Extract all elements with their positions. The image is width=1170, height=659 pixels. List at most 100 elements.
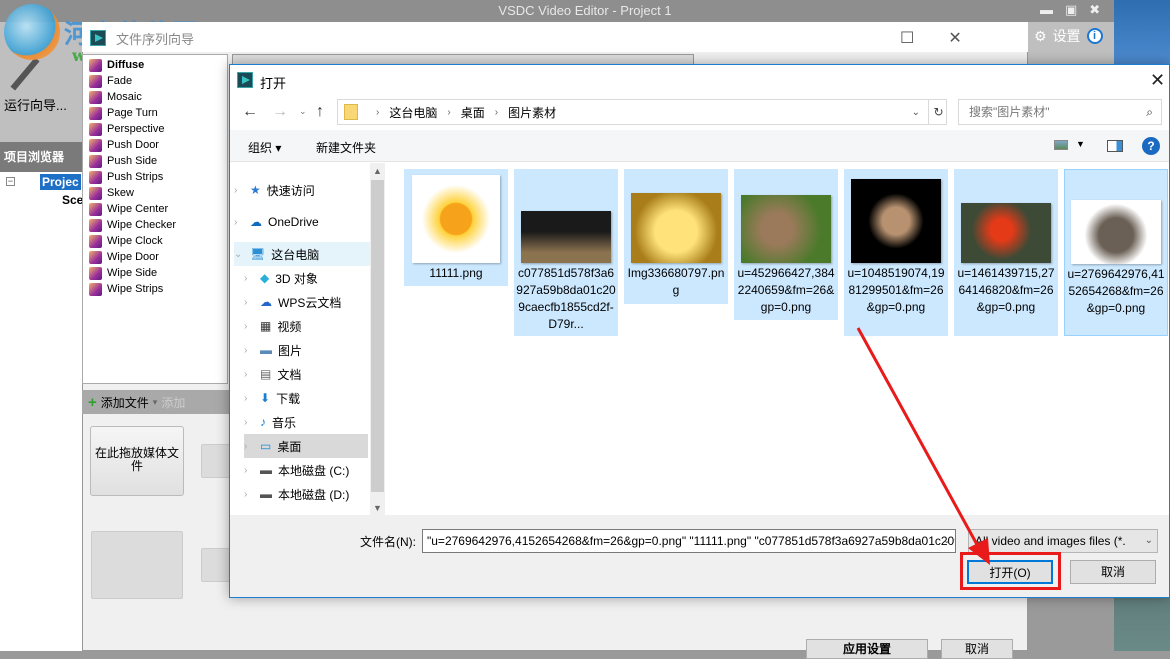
- nav-scrollbar-thumb[interactable]: [371, 180, 384, 492]
- file-tile[interactable]: u=452966427,3842240659&fm=26&gp=0.png: [734, 169, 838, 320]
- maximize-button[interactable]: ▣: [1065, 2, 1077, 18]
- effect-item[interactable]: Wipe Door: [89, 249, 159, 265]
- file-tile[interactable]: u=1461439715,2764146820&fm=26&gp=0.png: [954, 169, 1058, 336]
- chevron-right-icon[interactable]: ›: [244, 297, 254, 308]
- nav-item[interactable]: › ▭ 桌面: [244, 434, 368, 458]
- nav-item[interactable]: › ☁ WPS云文档: [244, 290, 382, 314]
- nav-item[interactable]: ⌄ 🖥 这台电脑: [234, 242, 370, 266]
- effect-item[interactable]: Wipe Strips: [89, 281, 163, 297]
- new-folder-button[interactable]: 新建文件夹: [316, 139, 376, 156]
- nav-item[interactable]: › ▬ 本地磁盘 (D:): [244, 482, 382, 506]
- wizard-maximize-button[interactable]: ☐: [900, 28, 914, 48]
- nav-item-label: 视频: [277, 319, 302, 334]
- chevron-right-icon[interactable]: ›: [234, 185, 244, 196]
- effect-item[interactable]: Mosaic: [89, 89, 142, 105]
- effect-item[interactable]: Push Side: [89, 153, 157, 169]
- nav-item[interactable]: › ☁ OneDrive: [234, 210, 372, 234]
- chevron-down-icon: ⌄: [1144, 535, 1153, 546]
- sun-thumbnail: [412, 175, 500, 263]
- chevron-right-icon[interactable]: ›: [244, 273, 254, 284]
- download-icon: ⬇: [260, 391, 271, 405]
- file-tile[interactable]: Img336680797.png: [624, 169, 728, 304]
- run-wizard-button[interactable]: 运行向导...: [4, 95, 67, 114]
- nav-item[interactable]: › ▬ 本地磁盘 (C:): [244, 458, 382, 482]
- chevron-down-icon[interactable]: ⌄: [234, 249, 244, 260]
- scroll-down-icon[interactable]: ▼: [373, 503, 382, 513]
- add-file-button[interactable]: 添加文件: [101, 394, 149, 411]
- breadcrumb-item[interactable]: 图片素材: [508, 104, 556, 121]
- view-dropdown-icon[interactable]: ▼: [1076, 139, 1085, 149]
- media-slot[interactable]: [201, 444, 231, 478]
- effect-item[interactable]: Perspective: [89, 121, 164, 137]
- nav-item[interactable]: › ▦ 视频: [244, 314, 382, 338]
- effect-label: Perspective: [107, 123, 165, 135]
- chevron-right-icon[interactable]: ›: [244, 321, 254, 332]
- add-button-2[interactable]: 添加: [161, 394, 185, 411]
- chevron-right-icon[interactable]: ›: [244, 489, 254, 500]
- help-icon[interactable]: ?: [1142, 137, 1160, 155]
- tree-collapse-icon[interactable]: −: [6, 177, 15, 186]
- search-input[interactable]: 搜索"图片素材" ⌕: [958, 99, 1162, 125]
- effect-label: Mosaic: [107, 91, 142, 103]
- nav-item[interactable]: › ⬇ 下载: [244, 386, 382, 410]
- file-tile[interactable]: 11111.png: [404, 169, 508, 286]
- video-icon: ▦: [260, 319, 272, 333]
- file-tile[interactable]: u=1048519074,1981299501&fm=26&gp=0.png: [844, 169, 948, 336]
- effect-item[interactable]: Diffuse: [89, 57, 144, 73]
- forward-arrow-icon[interactable]: →: [272, 103, 288, 121]
- nav-item[interactable]: › ♪ 音乐: [244, 410, 382, 434]
- media-slot[interactable]: [91, 531, 183, 599]
- settings-area[interactable]: ⚙ 设置 i: [1034, 26, 1103, 46]
- refresh-icon[interactable]: ↻: [928, 99, 948, 125]
- scroll-up-icon[interactable]: ▲: [373, 166, 382, 176]
- nav-item-label: OneDrive: [268, 215, 319, 229]
- tree-item-scene[interactable]: Sce: [62, 193, 83, 207]
- file-tile[interactable]: u=2769642976,4152654268&fm=26&gp=0.png: [1064, 169, 1168, 336]
- preview-pane-icon[interactable]: [1107, 140, 1123, 152]
- effect-item[interactable]: Push Door: [89, 137, 159, 153]
- view-icon[interactable]: [1054, 140, 1068, 150]
- effect-item[interactable]: Wipe Clock: [89, 233, 163, 249]
- dialog-close-button[interactable]: ✕: [1150, 70, 1165, 91]
- minimize-button[interactable]: ▬: [1040, 2, 1053, 18]
- back-arrow-icon[interactable]: ←: [242, 103, 258, 121]
- chevron-right-icon[interactable]: ›: [244, 345, 254, 356]
- chevron-right-icon[interactable]: ›: [244, 441, 254, 452]
- recent-chevron-icon[interactable]: ⌄: [299, 106, 307, 117]
- nav-item[interactable]: › ◆ 3D 对象: [244, 266, 382, 290]
- effect-item[interactable]: Page Turn: [89, 105, 158, 121]
- effect-item[interactable]: Wipe Center: [89, 201, 168, 217]
- info-icon[interactable]: i: [1086, 28, 1103, 44]
- nav-item[interactable]: › ▤ 文档: [244, 362, 382, 386]
- chevron-right-icon[interactable]: ›: [244, 393, 254, 404]
- nav-item[interactable]: › ★ 快速访问: [234, 178, 372, 202]
- address-bar[interactable]: › 这台电脑 › 桌面 › 图片素材 ⌄: [337, 99, 947, 125]
- up-arrow-icon[interactable]: ↑: [316, 103, 324, 121]
- wizard-cancel-button[interactable]: 取消: [941, 639, 1013, 659]
- nav-item[interactable]: › ▬ 图片: [244, 338, 382, 362]
- chevron-right-icon[interactable]: ›: [244, 417, 254, 428]
- nav-item-label: 文档: [277, 367, 302, 382]
- chevron-right-icon[interactable]: ›: [244, 369, 254, 380]
- address-dropdown-icon[interactable]: ⌄: [912, 107, 920, 118]
- breadcrumb-item[interactable]: 这台电脑: [389, 104, 437, 121]
- effect-item[interactable]: Wipe Side: [89, 265, 157, 281]
- drop-media-area[interactable]: 在此拖放媒体文件: [90, 426, 184, 496]
- effect-item[interactable]: Fade: [89, 73, 132, 89]
- organize-button[interactable]: 组织 ▾: [248, 139, 281, 156]
- chevron-down-icon[interactable]: ▾: [153, 397, 158, 408]
- effect-item[interactable]: Push Strips: [89, 169, 163, 185]
- breadcrumb-item[interactable]: 桌面: [461, 104, 485, 121]
- effects-list[interactable]: Diffuse Fade Mosaic Page Turn Perspective Pus…: [82, 54, 228, 384]
- chevron-right-icon[interactable]: ›: [234, 217, 244, 228]
- close-button[interactable]: ✖: [1089, 2, 1100, 18]
- media-slot[interactable]: [201, 548, 231, 582]
- effect-item[interactable]: Wipe Checker: [89, 217, 176, 233]
- effect-item[interactable]: Skew: [89, 185, 134, 201]
- cancel-button[interactable]: 取消: [1070, 560, 1156, 584]
- wizard-close-button[interactable]: ✕: [948, 28, 961, 48]
- chevron-right-icon[interactable]: ›: [244, 465, 254, 476]
- file-tile[interactable]: c077851d578f3a6927a59b8da01c209caecfb185…: [514, 169, 618, 336]
- tree-item-project[interactable]: Projec: [40, 174, 81, 190]
- apply-settings-button[interactable]: 应用设置: [806, 639, 928, 659]
